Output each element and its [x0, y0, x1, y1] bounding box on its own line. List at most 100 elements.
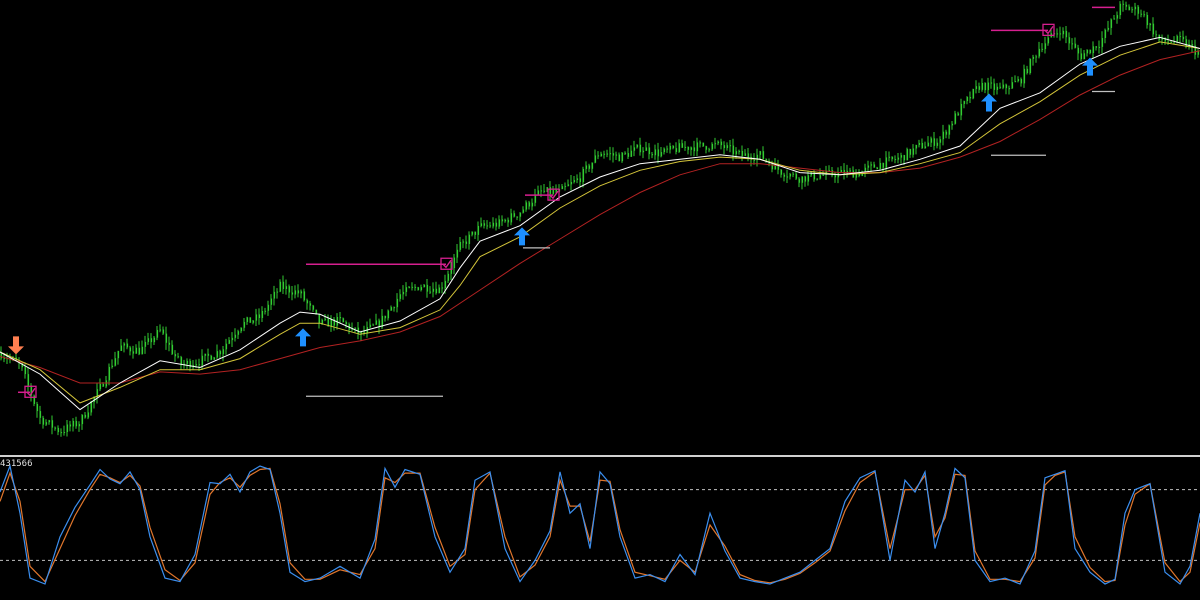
price-chart: [0, 0, 1200, 437]
candle-body: [300, 291, 303, 294]
candle-body: [645, 147, 648, 151]
candle-body: [723, 145, 726, 149]
candle-body: [165, 333, 168, 343]
candle-body: [1116, 15, 1119, 19]
candle-body: [1044, 43, 1047, 50]
candle-body: [711, 143, 714, 150]
candle-body: [549, 187, 552, 194]
candle-body: [99, 383, 102, 390]
candle-body: [1080, 53, 1083, 60]
candle-body: [414, 286, 417, 288]
candle-body: [1146, 14, 1149, 26]
candle-body: [432, 288, 435, 292]
candle-body: [840, 169, 843, 173]
candle-body: [411, 286, 414, 288]
candle-body: [522, 209, 525, 213]
candle-body: [771, 163, 774, 170]
candle-body: [120, 345, 123, 351]
candle-body: [1023, 68, 1026, 84]
candle-body: [924, 146, 927, 149]
candle-body: [624, 152, 627, 154]
candle-body: [657, 149, 660, 157]
candle-body: [456, 249, 459, 258]
candle-body: [171, 344, 174, 355]
candle-body: [738, 150, 741, 152]
candle-body: [84, 414, 87, 418]
candle-body: [669, 145, 672, 150]
candle-body: [807, 175, 810, 182]
candle-body: [24, 367, 27, 375]
candle-body: [543, 190, 546, 192]
candle-body: [594, 155, 597, 163]
candle-body: [528, 202, 531, 207]
candle-body: [1149, 23, 1152, 26]
candle-body: [816, 178, 819, 180]
candle-body: [585, 165, 588, 169]
candle-body: [747, 153, 750, 158]
candle-body: [153, 337, 156, 343]
candle-body: [1068, 37, 1071, 44]
candle-body: [453, 257, 456, 269]
candle-body: [954, 113, 957, 124]
candle-body: [1122, 3, 1125, 5]
candle-body: [144, 341, 147, 347]
candle-body: [516, 216, 519, 218]
candle-body: [963, 101, 966, 104]
candle-body: [633, 147, 636, 151]
fast-moving-average-line: [0, 36, 1200, 411]
candle-body: [1101, 37, 1104, 47]
candle-body: [744, 153, 747, 156]
candle-body: [606, 153, 609, 155]
candle-body: [915, 144, 918, 149]
candle-body: [876, 167, 879, 170]
candle-body: [654, 149, 657, 156]
candle-body: [879, 162, 882, 170]
candle-body: [258, 314, 261, 318]
candle-body: [1086, 49, 1089, 54]
candle-body: [102, 383, 105, 387]
candle-body: [741, 150, 744, 156]
candle-body: [882, 162, 885, 168]
candle-body: [897, 157, 900, 160]
candle-body: [141, 346, 144, 355]
candle-body: [498, 219, 501, 227]
candle-body: [615, 154, 618, 156]
candle-body: [537, 190, 540, 195]
candle-body: [639, 144, 642, 153]
candle-body: [780, 169, 783, 175]
candle-body: [618, 154, 621, 162]
candle-body: [1017, 79, 1020, 82]
candle-body: [1095, 46, 1098, 48]
candle-body: [108, 366, 111, 381]
candle-body: [978, 86, 981, 90]
candle-body: [909, 149, 912, 155]
candle-body: [705, 146, 708, 150]
buy-arrow-icon: [295, 328, 311, 347]
candle-body: [447, 273, 450, 281]
candle-body: [501, 219, 504, 222]
candle-body: [900, 155, 903, 158]
candle-body: [927, 142, 930, 147]
candle-body: [948, 125, 951, 135]
candle-body: [231, 337, 234, 341]
candle-body: [267, 304, 270, 311]
candle-body: [156, 329, 159, 338]
candle-body: [303, 291, 306, 301]
candle-body: [1008, 88, 1011, 90]
candle-body: [249, 317, 252, 323]
candle-body: [126, 343, 129, 348]
candle-body: [198, 364, 201, 366]
candle-body: [288, 286, 291, 293]
candle-body: [1032, 56, 1035, 59]
candle-body: [129, 347, 132, 352]
buy-arrow-icon: [514, 227, 530, 246]
candle-body: [1125, 4, 1128, 7]
candle-body: [195, 364, 198, 366]
candle-body: [1038, 48, 1041, 57]
candle-body: [930, 138, 933, 143]
candle-body: [219, 351, 222, 355]
candle-body: [228, 340, 231, 344]
candle-body: [726, 145, 729, 149]
candle-body: [540, 190, 543, 192]
candle-body: [90, 401, 93, 413]
